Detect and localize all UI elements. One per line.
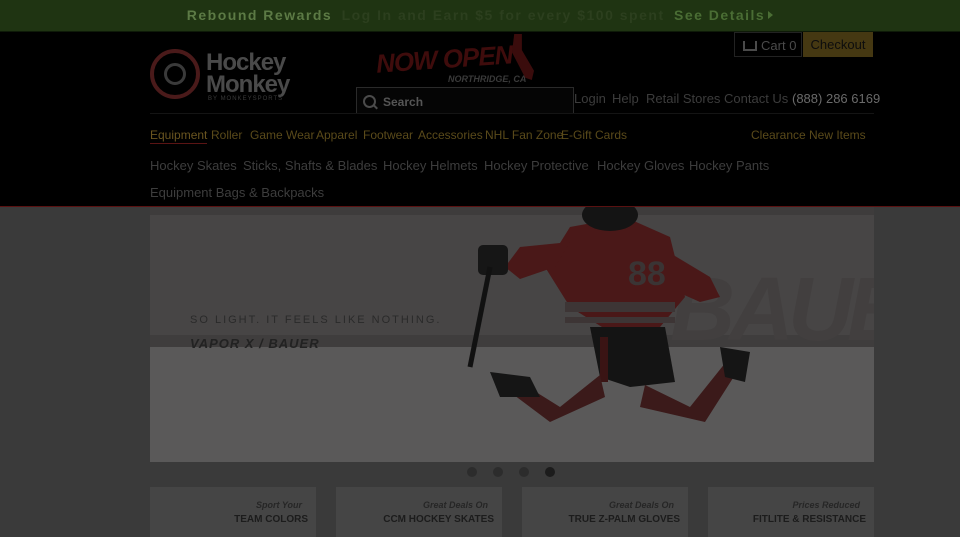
slider-dot-4[interactable]: [545, 467, 555, 477]
site-logo[interactable]: Hockey Monkey BY MONKEYSPORTS: [150, 49, 305, 105]
promo-program: Rebound Rewards: [186, 7, 333, 23]
nav-game-wear[interactable]: Game Wear: [250, 128, 314, 142]
cart-count: 0: [789, 38, 797, 53]
search-input[interactable]: [381, 88, 571, 115]
tile-title: TRUE Z-PALM GLOVES: [568, 514, 680, 525]
cart-icon: [743, 41, 757, 51]
caret-right-icon: [768, 11, 774, 19]
tile-kicker: Sport Your: [255, 500, 302, 510]
submenu-sticks[interactable]: Sticks, Shafts & Blades: [243, 158, 377, 173]
hero-banner[interactable]: BAUER 88 SO LIGHT. IT FEELS LIKE NOTHING…: [150, 207, 874, 462]
tile-kicker: Great Deals On: [422, 500, 488, 510]
checkout-button[interactable]: Checkout: [803, 32, 873, 57]
hockey-player-image: 88: [467, 207, 750, 422]
nav-egift-cards[interactable]: E-Gift Cards: [561, 128, 627, 142]
jersey-number: 88: [628, 255, 666, 293]
logo-subtitle: BY MONKEYSPORTS: [208, 96, 284, 102]
now-open-banner[interactable]: NOW OPEN NORTHRIDGE, CA: [372, 34, 537, 90]
submenu-bags[interactable]: Equipment Bags & Backpacks: [150, 185, 324, 200]
contact-us-link[interactable]: Contact Us: [724, 91, 788, 106]
retail-stores-link[interactable]: Retail Stores: [646, 91, 720, 106]
hero-brand-logo: VAPOR X / BAUER: [190, 336, 320, 351]
promo-tile-true-gloves[interactable]: Great Deals On TRUE Z-PALM GLOVES: [522, 487, 688, 537]
submenu-gloves[interactable]: Hockey Gloves: [597, 158, 684, 173]
slider-dot-3[interactable]: [519, 467, 529, 477]
nav-nhl-fan-zone[interactable]: NHL Fan Zone: [485, 128, 563, 142]
search-box[interactable]: [356, 87, 574, 115]
nav-roller[interactable]: Roller: [211, 128, 242, 142]
submenu-pants[interactable]: Hockey Pants: [689, 158, 769, 173]
nav-footwear[interactable]: Footwear: [363, 128, 413, 142]
search-icon[interactable]: [363, 95, 376, 108]
promo-message: Log In and Earn $5 for every $100 spent: [341, 7, 665, 23]
nav-equipment[interactable]: Equipment: [150, 128, 208, 144]
submenu-hockey-skates[interactable]: Hockey Skates: [150, 158, 237, 173]
tile-kicker: Great Deals On: [608, 500, 674, 510]
hero-tagline: SO LIGHT. IT FEELS LIKE NOTHING.: [190, 314, 442, 326]
promo-tile-fitlite[interactable]: Prices Reduced FITLITE & RESISTANCE: [708, 487, 874, 537]
nav-accessories[interactable]: Accessories: [418, 128, 483, 142]
logo-text-monkey: Monkey: [206, 71, 290, 98]
header-divider-line: [150, 113, 874, 114]
nav-apparel[interactable]: Apparel: [316, 128, 357, 142]
submenu-helmets[interactable]: Hockey Helmets: [383, 158, 478, 173]
see-details-link[interactable]: See Details: [674, 7, 765, 23]
submenu-protective[interactable]: Hockey Protective: [484, 158, 589, 173]
cart-button[interactable]: Cart 0: [734, 32, 802, 57]
tile-title: CCM HOCKEY SKATES: [383, 514, 494, 525]
phone-number[interactable]: (888) 286 6169: [792, 91, 880, 106]
nav-clearance[interactable]: Clearance: [751, 128, 806, 142]
promo-tile-ccm-skates[interactable]: Great Deals On CCM HOCKEY SKATES: [336, 487, 502, 537]
logo-mark-icon: [150, 49, 200, 99]
promo-tile-team-colors[interactable]: Sport Your TEAM COLORS: [150, 487, 316, 537]
slider-dot-1[interactable]: [467, 467, 477, 477]
promo-bar[interactable]: Rebound Rewards Log In and Earn $5 for e…: [0, 0, 960, 32]
cart-label: Cart: [761, 38, 786, 53]
tile-title: TEAM COLORS: [234, 514, 308, 525]
now-open-location: NORTHRIDGE, CA: [448, 74, 527, 84]
login-link[interactable]: Login: [574, 91, 606, 106]
nav-new-items[interactable]: New Items: [809, 128, 866, 142]
slider-dot-2[interactable]: [493, 467, 503, 477]
help-link[interactable]: Help: [612, 91, 639, 106]
tile-kicker: Prices Reduced: [792, 500, 860, 510]
tile-title: FITLITE & RESISTANCE: [752, 514, 866, 525]
